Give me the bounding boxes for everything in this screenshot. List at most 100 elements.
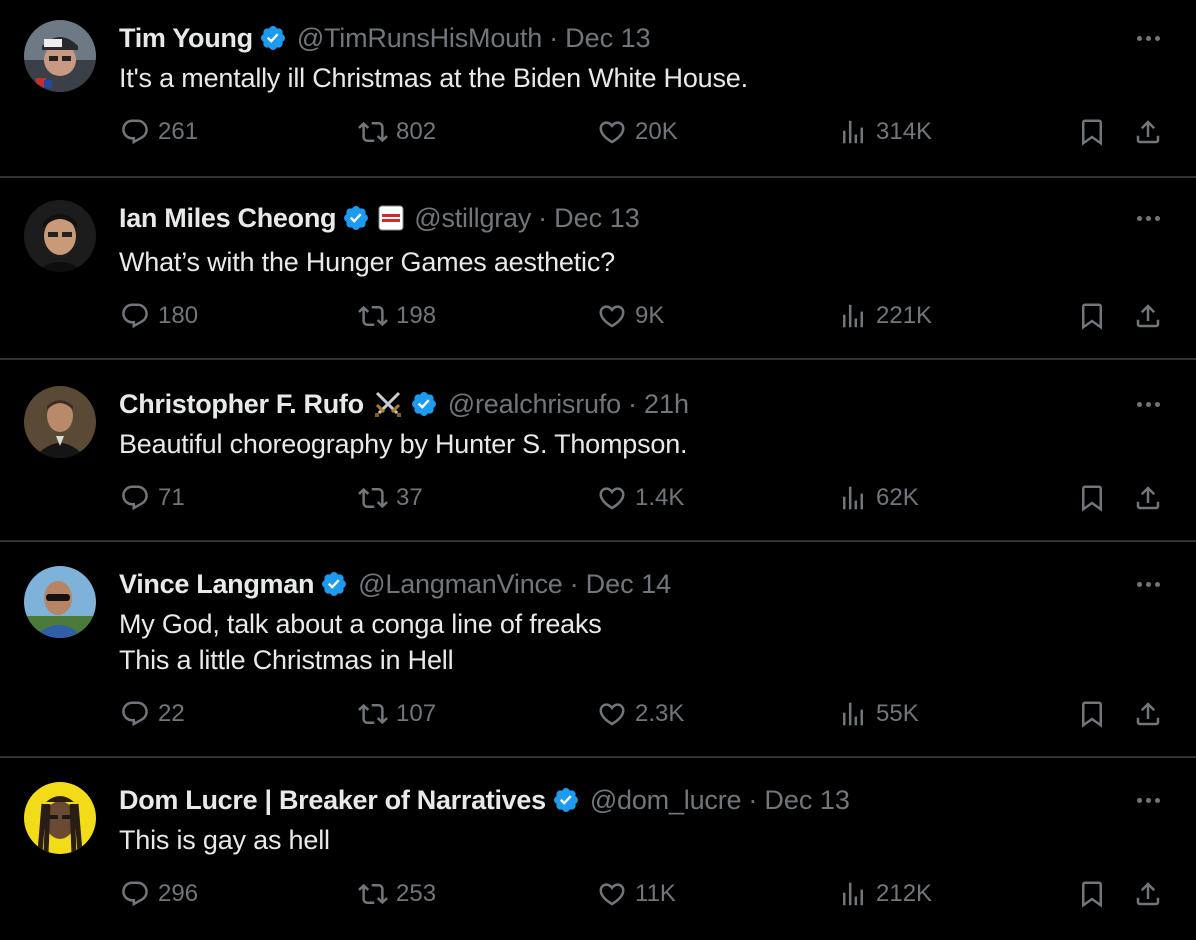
view-count: 221K	[876, 302, 933, 329]
reply-count: 180	[158, 302, 199, 329]
retweet-button[interactable]: 802	[358, 117, 436, 147]
retweet-button[interactable]: 253	[358, 879, 436, 909]
tweet[interactable]: Dom Lucre | Breaker of Narratives @dom_l…	[0, 758, 1196, 940]
views-icon	[843, 304, 863, 328]
timestamp[interactable]: Dec 14	[586, 569, 672, 600]
tweet[interactable]: Ian Miles Cheong @stillgray · Dec 13 Wha…	[0, 178, 1196, 360]
like-button[interactable]: 11K	[597, 879, 676, 909]
views-button[interactable]: 221K	[838, 301, 932, 331]
like-button[interactable]: 9K	[597, 301, 664, 331]
heart-icon	[599, 487, 625, 510]
handle[interactable]: @realchrisrufo	[448, 389, 621, 420]
timestamp[interactable]: 21h	[644, 389, 689, 420]
more-icon[interactable]	[1128, 28, 1168, 48]
handle[interactable]: @stillgray	[414, 203, 531, 234]
views-button[interactable]: 212K	[838, 879, 932, 909]
reply-icon	[122, 485, 148, 511]
share-button[interactable]	[1133, 483, 1163, 513]
retweet-count: 107	[396, 700, 437, 727]
action-bar: 261 802 20K 314K	[0, 117, 1196, 157]
avatar[interactable]	[24, 200, 96, 272]
bookmark-button[interactable]	[1077, 879, 1107, 909]
share-icon	[1136, 486, 1160, 510]
verified-badge-icon	[411, 392, 436, 416]
tweet-text-line: Beautiful choreography by Hunter S. Thom…	[119, 429, 688, 459]
display-name[interactable]: Vince Langman	[119, 569, 314, 600]
reply-button[interactable]: 296	[120, 879, 198, 909]
tweet-text: It's a mentally ill Christmas at the Bid…	[119, 60, 748, 96]
like-button[interactable]: 1.4K	[597, 483, 684, 513]
views-button[interactable]: 314K	[838, 117, 932, 147]
share-icon	[1136, 882, 1160, 906]
reply-icon	[122, 303, 148, 329]
separator-dot: ·	[569, 568, 579, 599]
bookmark-icon	[1082, 303, 1102, 330]
display-name[interactable]: Ian Miles Cheong	[119, 203, 337, 234]
tweet-text-line: My God, talk about a conga line of freak…	[119, 609, 602, 639]
retweet-count: 253	[396, 880, 437, 907]
display-name[interactable]: Christopher F. Rufo	[119, 389, 364, 420]
avatar[interactable]	[24, 20, 96, 92]
retweet-button[interactable]: 198	[358, 301, 436, 331]
reply-count: 71	[158, 484, 185, 511]
more-icon[interactable]	[1128, 208, 1168, 228]
more-icon[interactable]	[1128, 574, 1168, 594]
avatar[interactable]	[24, 566, 96, 638]
bookmark-button[interactable]	[1077, 699, 1107, 729]
tweet-text-line: It's a mentally ill Christmas at the Bid…	[119, 63, 748, 93]
like-button[interactable]: 20K	[597, 117, 678, 147]
bookmark-button[interactable]	[1077, 301, 1107, 331]
reply-button[interactable]: 71	[120, 483, 185, 513]
views-icon	[843, 882, 863, 906]
retweet-count: 198	[396, 302, 437, 329]
share-button[interactable]	[1133, 699, 1163, 729]
display-name[interactable]: Dom Lucre | Breaker of Narratives	[119, 785, 546, 816]
share-button[interactable]	[1133, 117, 1163, 147]
view-count: 212K	[876, 880, 933, 907]
retweet-icon	[358, 121, 388, 143]
retweet-button[interactable]: 107	[358, 699, 436, 729]
share-button[interactable]	[1133, 301, 1163, 331]
affiliate-badge-icon[interactable]	[378, 205, 404, 231]
tweet[interactable]: Christopher F. Rufo @realchrisrufo · 21h…	[0, 360, 1196, 542]
bookmark-icon	[1082, 119, 1102, 146]
avatar[interactable]	[24, 386, 96, 458]
separator-dot: ·	[538, 202, 548, 233]
verified-badge-icon	[322, 572, 347, 596]
like-count: 1.4K	[635, 484, 685, 511]
view-count: 55K	[876, 700, 919, 727]
timestamp[interactable]: Dec 13	[764, 785, 850, 816]
reply-icon	[122, 701, 148, 727]
heart-icon	[599, 121, 625, 144]
handle[interactable]: @LangmanVince	[358, 569, 563, 600]
more-icon[interactable]	[1128, 790, 1168, 810]
tweet[interactable]: Vince Langman @LangmanVince · Dec 14 My …	[0, 542, 1196, 758]
reply-button[interactable]: 22	[120, 699, 185, 729]
bookmark-button[interactable]	[1077, 117, 1107, 147]
bookmark-button[interactable]	[1077, 483, 1107, 513]
views-button[interactable]: 62K	[838, 483, 919, 513]
timestamp[interactable]: Dec 13	[554, 203, 640, 234]
reply-button[interactable]: 261	[120, 117, 198, 147]
bookmark-icon	[1082, 485, 1102, 512]
handle[interactable]: @dom_lucre	[590, 785, 742, 816]
verified-badge-icon	[344, 206, 369, 230]
share-icon	[1136, 120, 1160, 144]
like-button[interactable]: 2.3K	[597, 699, 684, 729]
verified-badge-icon	[553, 788, 578, 812]
tweet-header: Vince Langman @LangmanVince · Dec 14	[119, 567, 671, 601]
retweet-icon	[358, 883, 388, 905]
reply-button[interactable]: 180	[120, 301, 198, 331]
tweet[interactable]: Tim Young @TimRunsHisMouth · Dec 13 It's…	[0, 0, 1196, 178]
display-name[interactable]: Tim Young	[119, 23, 253, 54]
views-button[interactable]: 55K	[838, 699, 919, 729]
timestamp[interactable]: Dec 13	[565, 23, 651, 54]
tweet-text-line: This is gay as hell	[119, 825, 330, 855]
retweet-button[interactable]: 37	[358, 483, 423, 513]
more-icon[interactable]	[1128, 394, 1168, 414]
action-bar: 22 107 2.3K 55K	[0, 699, 1196, 739]
handle[interactable]: @TimRunsHisMouth	[297, 23, 542, 54]
avatar[interactable]	[24, 782, 96, 854]
tweet-feed: Tim Young @TimRunsHisMouth · Dec 13 It's…	[0, 0, 1196, 940]
share-button[interactable]	[1133, 879, 1163, 909]
